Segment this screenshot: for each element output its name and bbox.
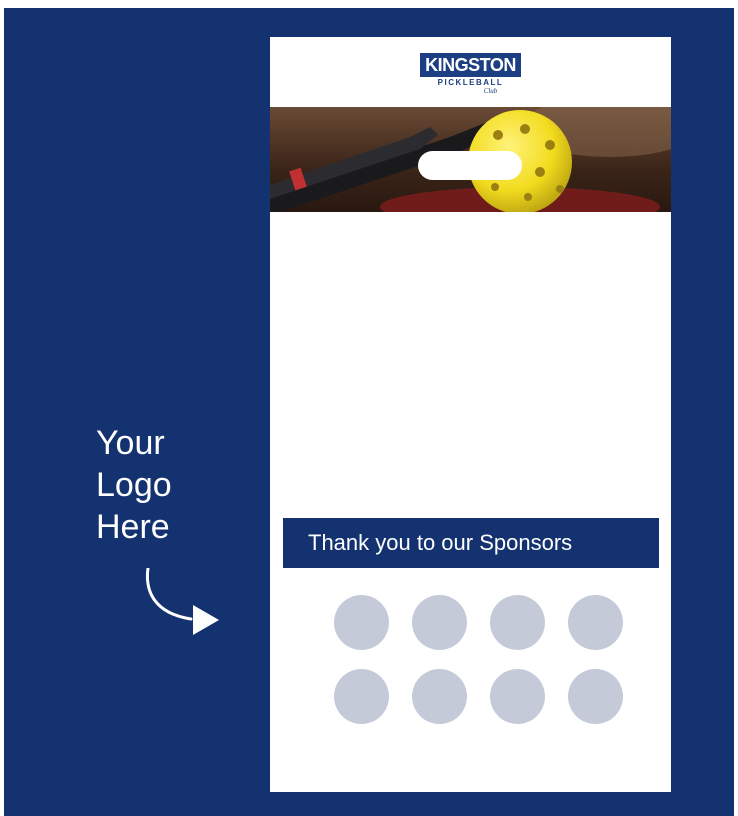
- bag-handle-slot: [418, 151, 522, 180]
- logo-placeholder-line2: Logo: [96, 466, 172, 504]
- sponsor-logo-placeholder: [334, 595, 389, 650]
- pickleball-banner-image: [270, 107, 671, 212]
- kingston-logo: KINGSTON PICKLEBALL Club: [270, 37, 671, 107]
- logo-placeholder-text: Your Logo Here: [96, 422, 172, 548]
- sponsor-logo-placeholder: [568, 595, 623, 650]
- logo-placeholder-line3: Here: [96, 508, 170, 546]
- sponsor-logo-placeholder: [568, 669, 623, 724]
- sponsor-heading: Thank you to our Sponsors: [283, 518, 659, 568]
- sponsor-logo-placeholder: [334, 669, 389, 724]
- sponsor-logo-placeholder: [412, 669, 467, 724]
- logo-subtitle: PICKLEBALL: [437, 78, 504, 87]
- sponsor-logo-placeholder: [412, 595, 467, 650]
- sponsor-logo-grid: [334, 595, 624, 725]
- bag-card: KINGSTON PICKLEBALL Club Thank you to ou…: [270, 37, 671, 792]
- sponsor-logo-placeholder: [490, 669, 545, 724]
- curved-arrow-icon: [145, 568, 219, 635]
- logo-wordmark: KINGSTON: [420, 53, 521, 77]
- sponsor-logo-placeholder: [490, 595, 545, 650]
- logo-club-text: Club: [483, 87, 498, 95]
- logo-placeholder-line1: Your: [96, 424, 165, 462]
